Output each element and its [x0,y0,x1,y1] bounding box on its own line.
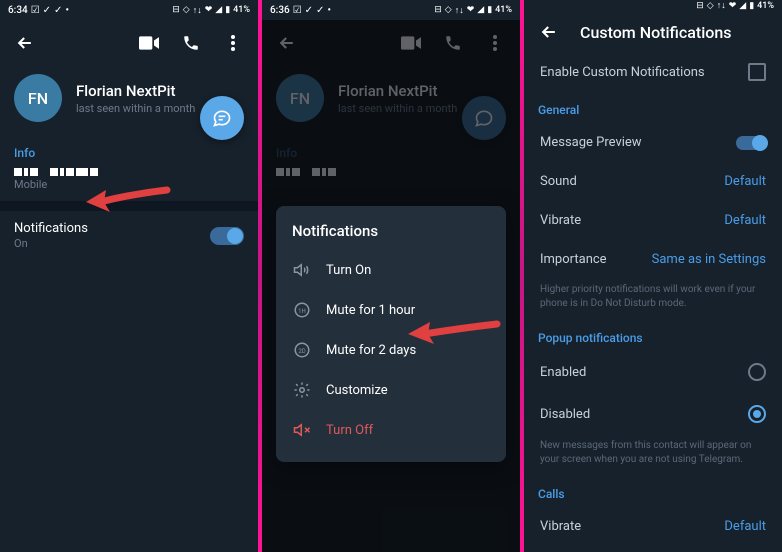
phone-icon [434,24,472,62]
phone-info[interactable]: Mobile [0,166,258,201]
mute-icon [292,420,312,440]
panel-custom-notifications: ⊟◇↑↓❤◢▮41% Custom Notifications Enable C… [524,0,782,552]
disabled-radio[interactable] [748,405,766,423]
page-title: Custom Notifications [572,23,776,42]
message-fab [462,96,506,140]
gear-icon [292,380,312,400]
panel-sheet: 6:36☑✓✓• ⊟◇↑↓❤◢▮41% FN Florian NextPit l… [262,0,520,552]
enabled-radio[interactable] [748,363,766,381]
speaker-icon [292,260,312,280]
panel1-header [0,20,258,66]
popup-label: Popup notifications [524,321,782,351]
notifications-row[interactable]: Notifications On [0,211,258,260]
preview-toggle[interactable] [736,136,766,150]
popup-hint: New messages from this contact will appe… [524,435,782,477]
clock-1h-icon: 1H [292,300,312,320]
notifications-toggle[interactable] [210,227,244,245]
phone-icon[interactable] [172,24,210,62]
status-bar: 6:36☑✓✓• ⊟◇↑↓❤◢▮41% [262,0,520,20]
svg-text:2D: 2D [298,348,305,355]
back-icon[interactable] [530,13,568,51]
more-icon[interactable] [214,24,252,62]
sheet-customize[interactable]: Customize [276,370,506,410]
avatar[interactable]: FN [14,74,62,122]
custom-header: Custom Notifications [524,13,782,51]
message-fab[interactable] [200,96,244,140]
calls-ringtone-row[interactable]: Ringtone Default [524,546,782,552]
avatar: FN [276,74,324,122]
video-call-icon[interactable] [130,24,168,62]
calls-label: Calls [524,477,782,507]
enable-custom-row[interactable]: Enable Custom Notifications [524,51,782,93]
calls-vibrate-row[interactable]: Vibrate Default [524,507,782,546]
svg-text:1H: 1H [298,308,306,315]
sound-row[interactable]: Sound Default [524,162,782,201]
panel2-header [262,20,520,66]
popup-enabled-row[interactable]: Enabled [524,351,782,393]
sheet-title: Notifications [276,218,506,250]
general-label: General [524,93,782,123]
notifications-sheet: Notifications Turn On 1H Mute for 1 hour… [276,206,506,462]
sheet-mute-2d[interactable]: 2D Mute for 2 days [276,330,506,370]
back-icon [268,24,306,62]
importance-row[interactable]: Importance Same as in Settings [524,240,782,279]
back-icon[interactable] [6,24,44,62]
status-bar: ⊟◇↑↓❤◢▮41% [524,0,782,13]
message-preview-row[interactable]: Message Preview [524,123,782,162]
clock-2d-icon: 2D [292,340,312,360]
panel-profile: 6:34☑✓✓• ⊟◇↑↓❤◢▮41% FN Florian NextPit l… [0,0,258,552]
status-bar: 6:34☑✓✓• ⊟◇↑↓❤◢▮41% [0,0,258,20]
general-hint: Higher priority notifications will work … [524,279,782,321]
sheet-mute-1h[interactable]: 1H Mute for 1 hour [276,290,506,330]
sheet-turn-on[interactable]: Turn On [276,250,506,290]
info-label: Info [0,136,258,166]
enable-checkbox[interactable] [748,63,766,81]
vibrate-row[interactable]: Vibrate Default [524,201,782,240]
more-icon [476,24,514,62]
popup-disabled-row[interactable]: Disabled [524,393,782,435]
video-call-icon [392,24,430,62]
sheet-turn-off[interactable]: Turn Off [276,410,506,450]
